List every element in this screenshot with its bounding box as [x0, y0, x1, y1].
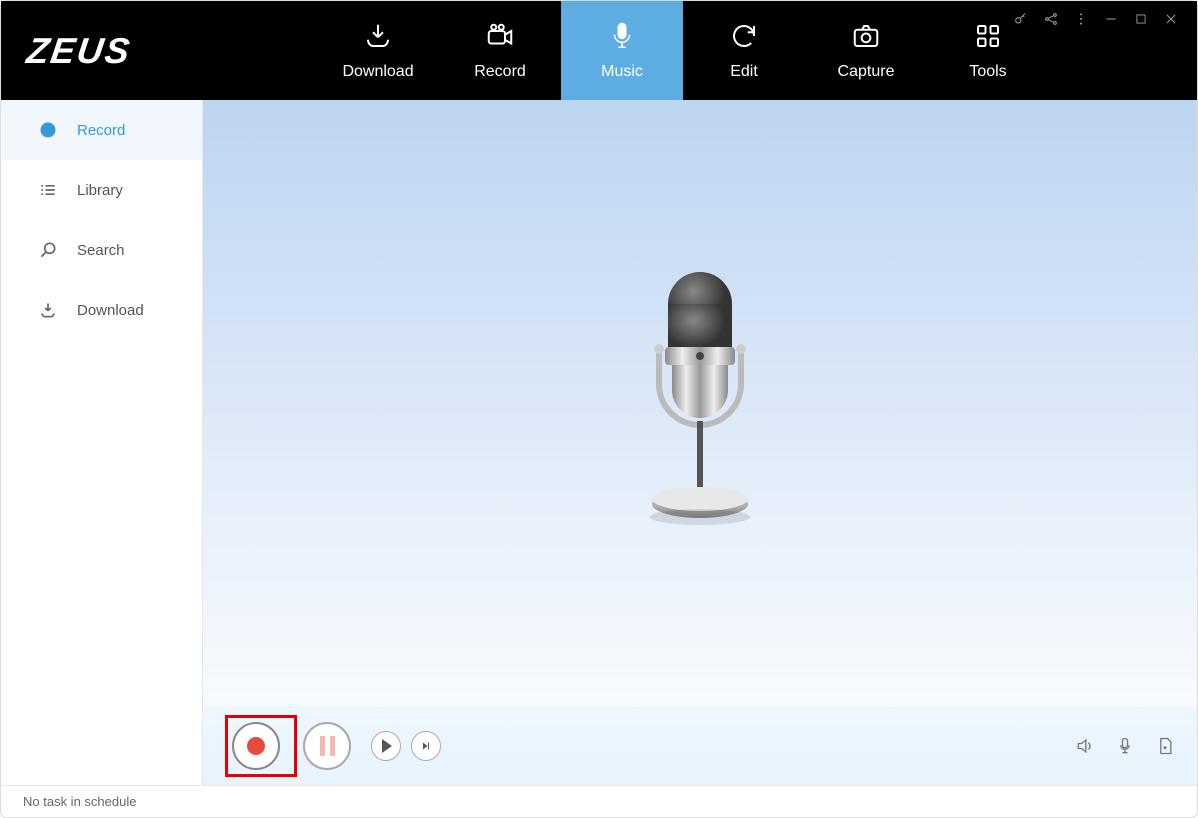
mic-input-button[interactable] — [1115, 736, 1135, 756]
status-bar: No task in schedule — [1, 785, 1197, 817]
nav-capture[interactable]: Capture — [805, 1, 927, 100]
sidebar-item-search[interactable]: Search — [1, 220, 202, 280]
pause-icon — [320, 736, 335, 756]
nav-label: Record — [474, 63, 526, 81]
playback-bar — [203, 707, 1197, 785]
file-output-button[interactable] — [1155, 736, 1175, 756]
sidebar-item-library[interactable]: Library — [1, 160, 202, 220]
nav-label: Capture — [838, 63, 895, 81]
nav-label: Tools — [969, 63, 1006, 81]
mic-small-icon — [1115, 736, 1135, 756]
nav-label: Edit — [730, 63, 758, 81]
camera-record-icon — [483, 21, 517, 51]
status-text: No task in schedule — [23, 794, 136, 809]
download-icon — [361, 21, 395, 51]
main-nav: Download Record Music Edit Capture — [317, 1, 1049, 100]
list-icon — [37, 179, 59, 201]
volume-button[interactable] — [1075, 736, 1095, 756]
more-icon[interactable] — [1073, 11, 1089, 27]
app-logo: ZEUS — [0, 30, 160, 72]
pause-button[interactable] — [303, 722, 351, 770]
refresh-icon — [727, 21, 761, 51]
sidebar-label: Download — [77, 302, 144, 319]
next-icon — [420, 740, 432, 752]
preview-area — [203, 100, 1197, 707]
sidebar-item-download[interactable]: Download — [1, 280, 202, 340]
share-icon[interactable] — [1043, 11, 1059, 27]
camera-icon — [849, 21, 883, 51]
record-button-highlight — [225, 715, 297, 777]
sidebar-item-record[interactable]: Record — [1, 100, 202, 160]
sidebar-label: Library — [77, 182, 123, 199]
nav-edit[interactable]: Edit — [683, 1, 805, 100]
nav-record[interactable]: Record — [439, 1, 561, 100]
content-area — [203, 100, 1197, 785]
maximize-button[interactable] — [1133, 11, 1149, 27]
nav-label: Music — [601, 63, 643, 81]
minimize-button[interactable] — [1103, 11, 1119, 27]
download-icon — [37, 299, 59, 321]
speaker-icon — [1075, 735, 1095, 757]
nav-download[interactable]: Download — [317, 1, 439, 100]
microphone-illustration — [625, 269, 775, 539]
nav-label: Download — [342, 63, 413, 81]
key-icon[interactable] — [1013, 11, 1029, 27]
nav-music[interactable]: Music — [561, 1, 683, 100]
titlebar: ZEUS Download Record Music Edit — [1, 1, 1197, 100]
record-button[interactable] — [232, 722, 280, 770]
sidebar: Record Library Search Download — [1, 100, 203, 785]
sidebar-label: Record — [77, 122, 125, 139]
playback-utilities — [1075, 736, 1175, 756]
close-button[interactable] — [1163, 11, 1179, 27]
play-button[interactable] — [371, 731, 401, 761]
grid-icon — [971, 21, 1005, 51]
next-button[interactable] — [411, 731, 441, 761]
window-controls — [1013, 11, 1179, 27]
main-area: Record Library Search Download — [1, 100, 1197, 785]
radio-icon — [37, 119, 59, 141]
file-icon — [1155, 736, 1175, 756]
microphone-icon — [605, 21, 639, 51]
sidebar-label: Search — [77, 242, 125, 259]
play-icon — [382, 739, 392, 753]
search-icon — [37, 239, 59, 261]
record-dot-icon — [247, 737, 265, 755]
